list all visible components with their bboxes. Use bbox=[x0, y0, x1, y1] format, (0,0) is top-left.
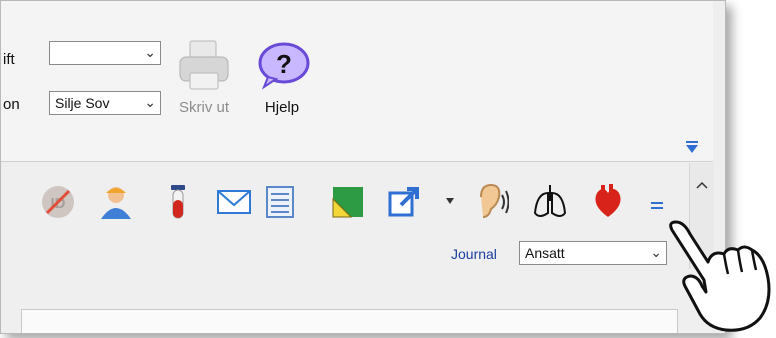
person-icon[interactable] bbox=[97, 183, 135, 221]
ribbon-collapse-icon[interactable] bbox=[684, 139, 700, 155]
help-button[interactable]: ? Hjelp bbox=[251, 39, 313, 116]
content-area bbox=[1, 269, 713, 333]
chevron-down-icon: ⌄ bbox=[144, 44, 156, 60]
pointing-hand-icon bbox=[669, 220, 771, 332]
document-list-icon[interactable] bbox=[261, 183, 299, 221]
ear-icon[interactable] bbox=[471, 183, 509, 221]
external-link-icon[interactable] bbox=[385, 183, 423, 221]
svg-text:?: ? bbox=[276, 49, 292, 79]
help-label: Hjelp bbox=[264, 99, 300, 116]
journal-select[interactable]: Ansatt ⌄ bbox=[519, 241, 667, 265]
toolbar: ID bbox=[1, 163, 713, 273]
application-window: ift ⌄ on Silje Sov ⌄ Skriv ut ? Hjelp Jo… bbox=[0, 0, 726, 334]
chevron-down-icon: ⌄ bbox=[144, 94, 156, 110]
combo-value-2: Silje Sov bbox=[55, 95, 110, 111]
journal-select-value: Ansatt bbox=[525, 245, 565, 261]
id-disabled-icon[interactable]: ID bbox=[39, 183, 77, 221]
journal-label: Journal bbox=[451, 246, 497, 262]
lungs-icon[interactable] bbox=[531, 183, 569, 221]
ribbon: ift ⌄ on Silje Sov ⌄ Skriv ut ? Hjelp bbox=[1, 1, 713, 162]
help-icon: ? bbox=[258, 42, 310, 90]
chevron-down-icon: ⌄ bbox=[650, 244, 662, 260]
print-label: Skriv ut bbox=[178, 99, 229, 116]
test-tube-icon[interactable] bbox=[159, 183, 197, 221]
printer-icon bbox=[179, 40, 229, 90]
field-label-1: ift bbox=[3, 51, 15, 68]
scroll-up-icon[interactable] bbox=[696, 181, 708, 189]
combo-field-1[interactable]: ⌄ bbox=[49, 41, 161, 65]
more-icon[interactable] bbox=[650, 199, 664, 213]
green-ruler-icon[interactable] bbox=[329, 183, 367, 221]
dropdown-arrow-icon[interactable] bbox=[445, 197, 455, 205]
combo-field-2[interactable]: Silje Sov ⌄ bbox=[49, 91, 161, 115]
heart-icon[interactable] bbox=[589, 183, 627, 221]
content-panel bbox=[21, 309, 678, 333]
field-label-2: on bbox=[3, 96, 20, 113]
print-button[interactable]: Skriv ut bbox=[167, 39, 241, 116]
envelope-icon[interactable] bbox=[215, 183, 253, 221]
